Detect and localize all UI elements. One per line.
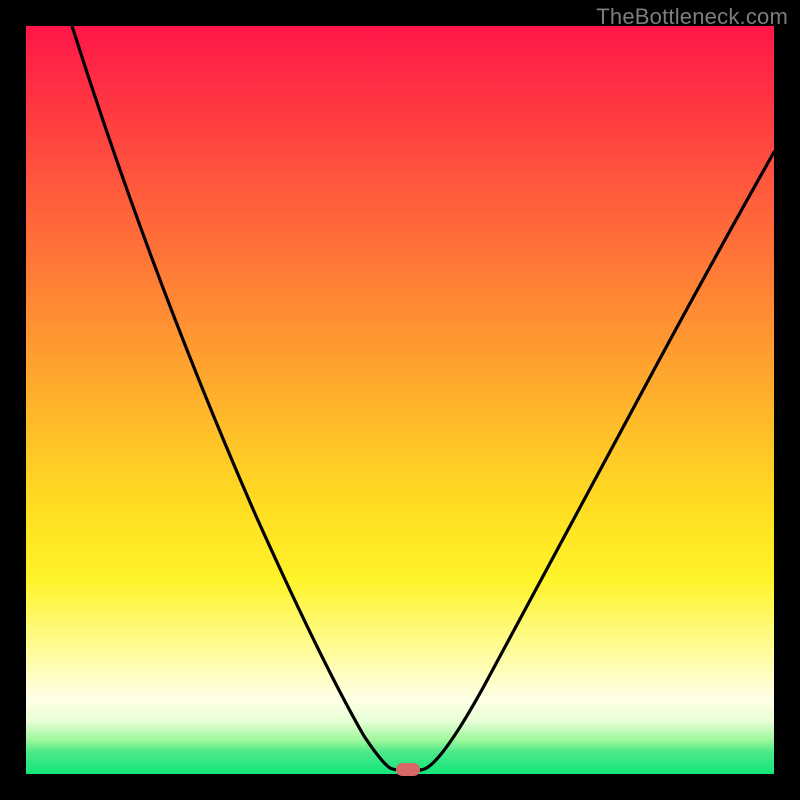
- curve-right-branch: [420, 152, 774, 770]
- curve-left-branch: [72, 26, 400, 770]
- optimum-marker: [396, 763, 420, 776]
- chart-frame: TheBottleneck.com: [0, 0, 800, 800]
- plot-area: [26, 26, 774, 774]
- bottleneck-curve: [26, 26, 774, 774]
- watermark-text: TheBottleneck.com: [596, 4, 788, 30]
